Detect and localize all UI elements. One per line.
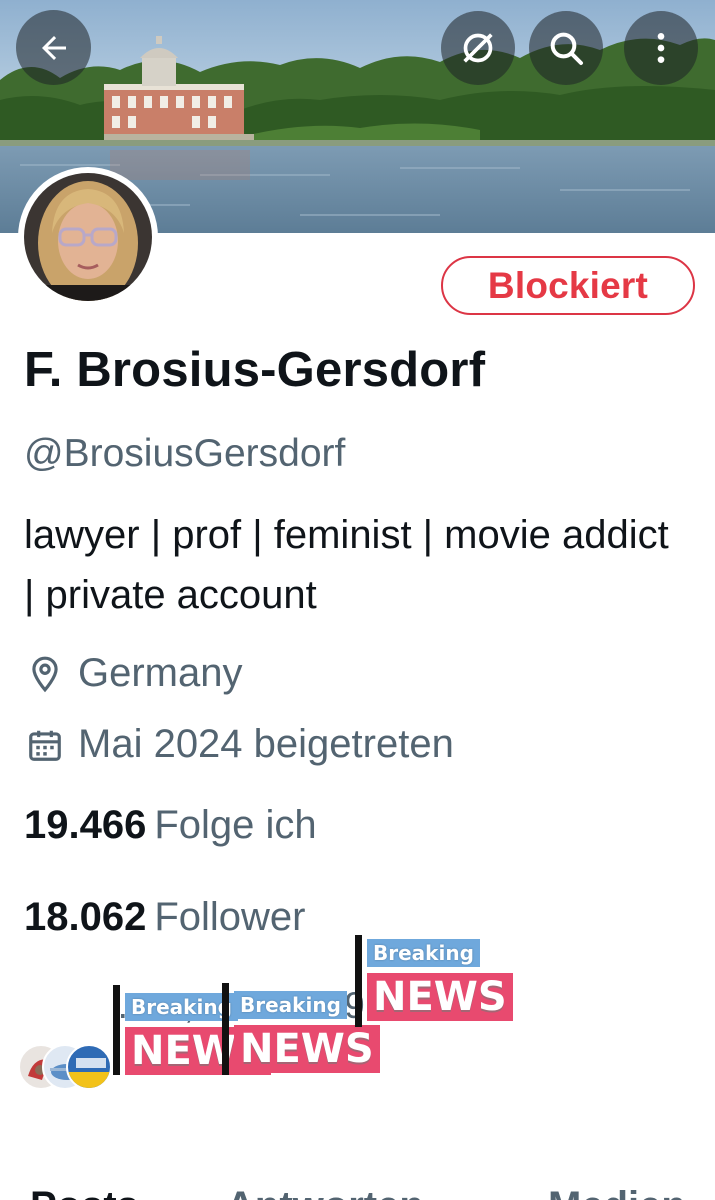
breaking-news-sticker: Breaking NEWS (355, 935, 555, 1027)
location-row: Germany (24, 651, 243, 696)
search-button[interactable] (529, 11, 603, 85)
blocked-button-label: Blockiert (487, 264, 649, 306)
arrow-left-icon (41, 35, 66, 60)
joined-text: Mai 2024 beigetreten (78, 722, 454, 766)
followers-label: Follower (154, 895, 306, 939)
followers-count: 18.062 (24, 895, 147, 939)
location-pin-icon (24, 653, 66, 695)
sticker-breaking-label: Breaking (125, 993, 238, 1021)
sticker-bar (355, 935, 362, 1027)
muted-circle-icon (463, 33, 493, 63)
joined-row: Mai 2024 beigetreten (24, 722, 454, 767)
following-count: 19.466 (24, 803, 147, 847)
display-name: F. Brosius-Gersdorf (24, 343, 486, 397)
blocked-button[interactable]: Blockiert (441, 256, 695, 315)
sticker-bar (113, 985, 120, 1075)
muted-status-button[interactable] (441, 11, 515, 85)
more-vertical-icon (657, 33, 665, 63)
follower-avatar (66, 1044, 112, 1090)
sticker-bar (222, 983, 229, 1075)
tab-replies[interactable]: Antworten (226, 1184, 424, 1200)
location-text: Germany (78, 651, 243, 695)
followed-by-avatars[interactable] (18, 1044, 112, 1092)
following-label: Folge ich (154, 803, 317, 847)
profile-bio: lawyer | prof | feminist | movie addict … (24, 513, 669, 617)
tab-media[interactable]: Medien (548, 1184, 686, 1200)
sticker-breaking-label: Breaking (234, 991, 347, 1019)
calendar-icon (24, 724, 66, 766)
user-handle: @BrosiusGersdorf (24, 432, 346, 475)
profile-tabs: Posts Antworten Medien (0, 1184, 715, 1200)
back-button[interactable] (16, 10, 91, 85)
more-options-button[interactable] (624, 11, 698, 85)
sticker-news-label: NEWS (367, 973, 513, 1021)
avatar-image (24, 173, 152, 301)
sticker-breaking-label: Breaking (367, 939, 480, 967)
search-icon (550, 32, 583, 65)
profile-avatar[interactable] (18, 167, 158, 307)
tab-posts[interactable]: Posts (30, 1184, 139, 1200)
following-stat[interactable]: 19.466 Folge ich (24, 803, 317, 848)
followers-stat[interactable]: 18.062 Follower (24, 895, 306, 940)
sticker-news-label: NEWS (234, 1025, 380, 1073)
